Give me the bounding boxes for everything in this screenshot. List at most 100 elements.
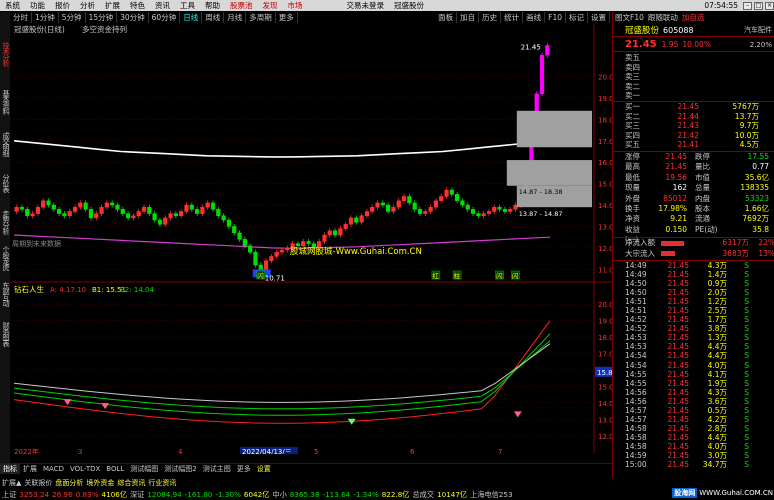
menu-item-stock-pool[interactable]: 股票池 <box>225 0 258 11</box>
tick-list[interactable]: 14:49 21.45 4.3万 S 14:49 21.45 1.4万 S 14:50 21.45… <box>613 261 774 469</box>
price-tick: 14.00 <box>598 202 612 210</box>
tool-button[interactable]: 历史 <box>479 12 502 23</box>
bid-label: 买四 <box>625 130 640 140</box>
tab-period[interactable]: 分时 <box>10 12 32 23</box>
status-tab[interactable]: 行业资讯 <box>148 478 179 489</box>
tab-indicator[interactable]: 测试幅图2 <box>161 464 199 474</box>
tick-row: 14:59 21.45 3.0万 S <box>613 451 774 460</box>
menu-item-discover[interactable]: 发现 <box>258 0 283 11</box>
menu-item-market[interactable]: 市场 <box>283 0 308 11</box>
side-tab[interactable]: 分价表 <box>0 174 10 192</box>
stock-title: 冠盛股份 605088 汽车配件 <box>613 24 774 37</box>
chart-area[interactable]: 冠盛股份(日线) 多空资金持列 14.87 - 18.38 13.87 - 14.… <box>10 24 618 456</box>
menu-item[interactable]: 系统 <box>0 0 25 11</box>
tick-time: 14:58 <box>625 423 647 433</box>
industry-badge[interactable]: 汽车配件 <box>744 25 774 35</box>
follow-button[interactable]: 跟随联动 <box>646 12 680 23</box>
tab-period[interactable]: 60分钟 <box>149 12 181 23</box>
tab-period[interactable]: 更多 <box>276 12 298 23</box>
tab-period[interactable]: 15分钟 <box>86 12 118 23</box>
price-change: 1.95 <box>661 40 679 49</box>
tab-indicator[interactable]: 扩展 <box>20 464 40 474</box>
candle-body <box>492 206 497 212</box>
tab-indicator[interactable]: BOLL <box>103 464 127 474</box>
stock-code: 605088 <box>663 25 694 35</box>
logo-badge: 股海网 <box>672 487 698 498</box>
menu-item[interactable]: 帮助 <box>200 0 225 11</box>
menu-item[interactable]: 特色 <box>125 0 150 11</box>
tab-period[interactable]: 周线 <box>202 12 225 23</box>
tick-price: 21.45 <box>667 261 689 270</box>
settings-button[interactable]: 设置 <box>588 12 610 23</box>
tool-button[interactable]: 画线 <box>523 12 546 23</box>
tool-button[interactable]: 加自 <box>457 12 480 23</box>
stat-value: 0.77 <box>752 162 769 172</box>
menu-item[interactable]: 报价 <box>50 0 75 11</box>
status-tab[interactable]: 综合资讯 <box>117 478 148 489</box>
maximize-icon[interactable]: □ <box>754 1 763 10</box>
tab-period[interactable]: 30分钟 <box>117 12 149 23</box>
tab-indicator[interactable]: 测试幅图 <box>127 464 161 474</box>
quote-buttons: 图文F10 跟随联动 加自选 <box>613 12 774 23</box>
tick-price: 21.45 <box>667 441 689 451</box>
tab-period[interactable]: 5分钟 <box>59 12 86 23</box>
candle-body <box>545 45 550 56</box>
menu-item[interactable]: 资讯 <box>150 0 175 11</box>
tab-period[interactable]: 月线 <box>224 12 247 23</box>
side-tab[interactable]: 基本资料 <box>0 90 10 114</box>
menu-item[interactable]: 工具 <box>175 0 200 11</box>
status-tab[interactable]: 扩展▲ <box>2 478 24 489</box>
menu-item[interactable]: 分析 <box>75 0 100 11</box>
side-tab[interactable]: 东财互动 <box>0 282 10 306</box>
tab-indicator[interactable]: 更多 <box>234 464 254 474</box>
login-status[interactable]: 交易未登录 <box>342 0 390 11</box>
tick-side: S <box>744 369 749 379</box>
tab-indicator[interactable]: MACD <box>40 464 67 474</box>
candle-body <box>57 209 62 214</box>
tick-side: S <box>744 460 749 470</box>
side-tab[interactable]: 成交明细 <box>0 132 10 156</box>
f10-button[interactable]: 图文F10 <box>613 12 646 23</box>
tab-indicator[interactable]: 设置 <box>254 464 274 474</box>
kline-chart[interactable]: 冠盛股份(日线) 多空资金持列 14.87 - 18.38 13.87 - 14.… <box>10 24 618 456</box>
tab-indicator[interactable]: 测试主图 <box>200 464 234 474</box>
close-icon[interactable]: × <box>765 1 774 10</box>
tool-button[interactable]: 标记 <box>566 12 588 23</box>
tab-period-daily[interactable]: 日线 <box>180 12 203 23</box>
side-tab[interactable]: 走势分析 <box>0 210 10 234</box>
status-tab[interactable]: 关联报价 <box>24 478 55 489</box>
side-tab[interactable]: 技术分析 <box>0 42 10 66</box>
index-field: 3253.24 <box>19 490 50 499</box>
status-tabs: 扩展▲ 关联报价 盘面分析 境外资金 综合资讯 行业资讯 <box>2 478 179 489</box>
stat-value: 21.45 <box>665 162 687 172</box>
candle-body <box>194 209 200 214</box>
tab-period[interactable]: 多周期 <box>246 12 276 23</box>
status-tab[interactable]: 盘面分析 <box>55 478 86 489</box>
tool-button[interactable]: F10 <box>545 12 566 23</box>
sub-param: A: 4.17.10 <box>50 286 86 294</box>
tool-button[interactable]: 面板 <box>435 12 458 23</box>
stat-key: 最低 <box>625 172 640 182</box>
add-favorite-button[interactable]: 加自选 <box>680 12 707 23</box>
tick-row: 14:51 21.45 2.5万 S <box>613 306 774 315</box>
current-price-tag-label: 15.89 <box>597 369 612 377</box>
tick-volume: 2.8万 <box>707 423 727 433</box>
status-tab[interactable]: 境外资金 <box>86 478 117 489</box>
tick-price: 21.45 <box>667 414 689 424</box>
minimize-icon[interactable]: – <box>743 1 752 10</box>
menu-item[interactable]: 扩展 <box>100 0 125 11</box>
bid-price: 21.43 <box>677 121 699 131</box>
tab-indicator[interactable]: VOL-TDX <box>67 464 103 474</box>
candle-body <box>301 241 306 246</box>
tick-price: 21.45 <box>667 423 689 433</box>
tab-indicator[interactable]: 指标 <box>0 464 20 474</box>
tab-period[interactable]: 1分钟 <box>32 12 59 23</box>
candle-body <box>94 213 99 219</box>
side-tab[interactable]: 财务图表 <box>0 322 10 346</box>
side-tab[interactable]: 个股龙虎 <box>0 246 10 270</box>
index-field: 中小 <box>272 490 287 499</box>
tool-button[interactable]: 统计 <box>501 12 524 23</box>
candle-body <box>14 206 19 212</box>
menu-item[interactable]: 功能 <box>25 0 50 11</box>
tick-time: 15:00 <box>625 460 647 470</box>
